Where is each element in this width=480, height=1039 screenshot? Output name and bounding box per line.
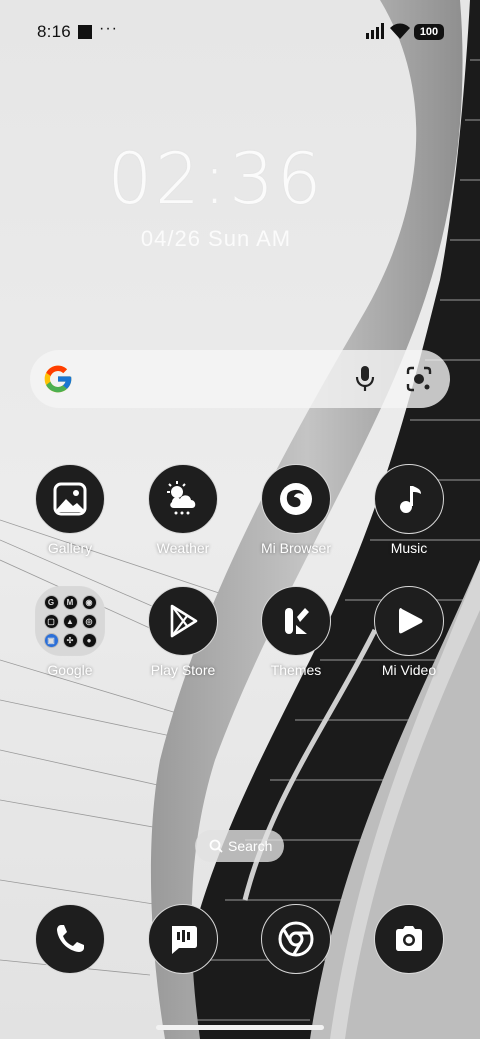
messages-icon xyxy=(148,904,218,974)
google-g-icon xyxy=(44,365,72,393)
more-notifications-icon: ··· xyxy=(99,20,118,37)
dock-messages[interactable] xyxy=(131,904,235,974)
search-icon xyxy=(209,839,223,853)
clock-date[interactable]: 04/26 Sun AM xyxy=(0,226,432,252)
app-label: Gallery xyxy=(47,540,93,556)
search-pill-label: Search xyxy=(228,838,273,854)
app-label: Weather xyxy=(156,540,210,556)
weather-icon xyxy=(148,464,218,534)
app-weather[interactable]: Weather xyxy=(131,464,235,556)
app-gallery[interactable]: Gallery xyxy=(18,464,122,556)
home-indicator[interactable] xyxy=(156,1025,324,1030)
themes-icon xyxy=(261,586,331,656)
app-music[interactable]: Music xyxy=(357,464,461,556)
music-icon xyxy=(374,464,444,534)
chrome-icon xyxy=(261,904,331,974)
browser-icon xyxy=(261,464,331,534)
phone-icon xyxy=(35,904,105,974)
app-label: Mi Browser xyxy=(260,540,331,556)
microphone-icon[interactable] xyxy=(352,364,378,394)
dock-chrome[interactable] xyxy=(244,904,348,974)
camera-icon xyxy=(374,904,444,974)
status-bar: 8:16 ··· 100 xyxy=(0,0,480,64)
dock-camera[interactable] xyxy=(357,904,461,974)
dock-phone[interactable] xyxy=(18,904,122,974)
app-label: Mi Video xyxy=(381,662,437,678)
folder-icon: G M ◉ ▢ ▲ ◎ ▣ ✣ ● xyxy=(35,586,105,656)
app-label: Play Store xyxy=(150,662,216,678)
app-label: Google xyxy=(47,662,93,678)
app-label: Themes xyxy=(270,662,322,678)
app-play-store[interactable]: Play Store xyxy=(131,586,235,678)
wifi-icon xyxy=(390,23,410,39)
notification-square-icon xyxy=(78,25,92,39)
status-time: 8:16 xyxy=(37,22,71,41)
google-search-bar[interactable] xyxy=(30,350,450,408)
play-store-icon xyxy=(148,586,218,656)
signal-icon xyxy=(366,23,384,39)
gallery-icon xyxy=(35,464,105,534)
app-folder-google[interactable]: G M ◉ ▢ ▲ ◎ ▣ ✣ ● Google xyxy=(18,586,122,678)
video-icon xyxy=(374,586,444,656)
clock-time[interactable]: 02:36 xyxy=(0,138,432,220)
google-lens-icon[interactable] xyxy=(405,365,433,393)
battery-indicator: 100 xyxy=(414,24,444,40)
app-mi-browser[interactable]: Mi Browser xyxy=(244,464,348,556)
app-search-pill[interactable]: Search xyxy=(195,830,284,862)
app-mi-video[interactable]: Mi Video xyxy=(357,586,461,678)
app-label: Music xyxy=(390,540,428,556)
app-themes[interactable]: Themes xyxy=(244,586,348,678)
